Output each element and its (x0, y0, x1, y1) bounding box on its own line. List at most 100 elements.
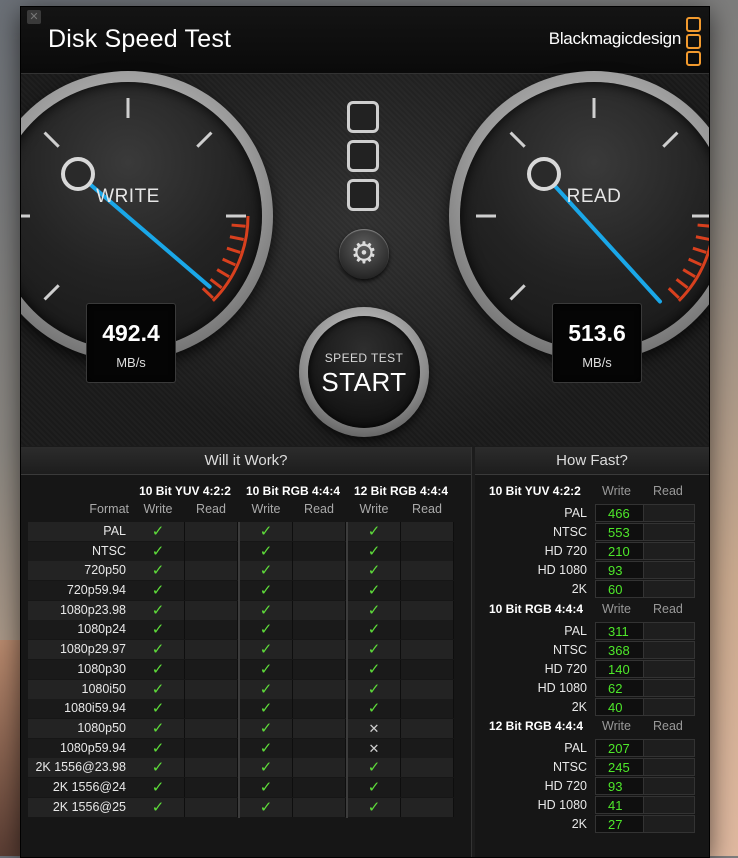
read-gauge: READ 513.6 MB/s (449, 71, 709, 383)
read-cell (185, 777, 238, 797)
read-cell (185, 679, 238, 699)
format-label: 1080p23.98 (28, 600, 132, 620)
read-speed-cell (643, 641, 695, 659)
format-label: 1080p24 (28, 620, 132, 640)
read-cell (401, 522, 454, 541)
read-column-header: Read (196, 502, 226, 516)
table-row: 2K 1556@24 ✓ ✓ ✓ (28, 777, 456, 798)
close-icon[interactable]: ✕ (27, 10, 41, 24)
format-label: 1080i50 (28, 679, 132, 699)
settings-button[interactable]: ⚙ (339, 229, 389, 279)
disk-speed-test-window: ✕ Disk Speed Test Blackmagicdesign WRITE… (20, 6, 710, 858)
checkmark-icon: ✓ (240, 758, 293, 778)
brand-name: Blackmagicdesign (548, 29, 682, 48)
read-cell (401, 659, 454, 679)
table-row: PAL 466 (475, 504, 709, 523)
redline-tick (201, 287, 214, 300)
gauge-tick (662, 131, 679, 148)
read-speed-cell (643, 679, 695, 697)
gauge-tick (509, 284, 526, 301)
read-cell (401, 758, 454, 778)
will-it-work-title: Will it Work? (21, 447, 471, 475)
checkmark-icon: ✓ (132, 718, 185, 738)
redline-tick (675, 278, 689, 290)
logo-slot-icon (347, 140, 379, 172)
fail-icon: ✕ (348, 738, 401, 758)
read-cell (185, 718, 238, 738)
read-cell (293, 522, 346, 541)
format-label: 2K (571, 700, 587, 714)
read-cell (401, 699, 454, 719)
read-cell (293, 600, 346, 620)
checkmark-icon: ✓ (348, 620, 401, 640)
start-button[interactable]: SPEED TEST START (299, 307, 429, 437)
read-column-header: Read (304, 502, 334, 516)
read-cell (185, 640, 238, 660)
table-row: HD 1080 41 (475, 796, 709, 815)
table-row: 720p59.94 ✓ ✓ ✓ (28, 581, 456, 601)
checkmark-icon: ✓ (132, 600, 185, 620)
read-speed-cell (643, 698, 695, 716)
checkmark-icon: ✓ (240, 738, 293, 758)
read-cell (293, 541, 346, 561)
table-row: HD 720 93 (475, 777, 709, 796)
fail-icon: ✕ (348, 718, 401, 738)
table-row: NTSC 368 (475, 641, 709, 660)
gauge-tick (509, 131, 526, 148)
read-cell (185, 758, 238, 778)
table-row: HD 720 210 (475, 542, 709, 561)
table-row: 1080p24 ✓ ✓ ✓ (28, 620, 456, 640)
write-speed-cell: 245 (595, 758, 643, 776)
redline-tick (692, 246, 707, 254)
read-cell (185, 738, 238, 758)
write-speed-value: 492.4 (102, 320, 160, 346)
read-cell (185, 659, 238, 679)
checkmark-icon: ✓ (348, 522, 401, 541)
read-speed-cell (643, 580, 695, 598)
table-row: 1080p29.97 ✓ ✓ ✓ (28, 640, 456, 660)
redline-tick (231, 223, 246, 228)
table-row: 1080p23.98 ✓ ✓ ✓ (28, 600, 456, 621)
write-column-header: Write (251, 502, 281, 516)
checkmark-icon: ✓ (240, 522, 293, 541)
checkmark-icon: ✓ (240, 640, 293, 660)
read-cell (185, 699, 238, 719)
redline-tick (226, 246, 241, 254)
checkmark-icon: ✓ (348, 699, 401, 719)
read-speed-cell (643, 504, 695, 522)
redline-tick (695, 235, 709, 241)
checkmark-icon: ✓ (132, 561, 185, 581)
format-label: NTSC (28, 541, 132, 561)
format-label: HD 720 (544, 779, 587, 793)
checkmark-icon: ✓ (132, 777, 185, 797)
table-row: PAL ✓ ✓ ✓ (28, 522, 456, 542)
checkmark-icon: ✓ (132, 679, 185, 699)
write-readout: 492.4 MB/s (86, 303, 176, 383)
format-label: NTSC (552, 525, 587, 539)
checkmark-icon: ✓ (132, 581, 185, 601)
format-label: 1080p59.94 (28, 738, 132, 758)
format-label: 720p50 (28, 561, 132, 581)
checkmark-icon: ✓ (132, 640, 185, 660)
title-bar[interactable]: ✕ Disk Speed Test Blackmagicdesign (21, 7, 709, 74)
checkmark-icon: ✓ (348, 659, 401, 679)
write-label: WRITE (96, 186, 160, 207)
write-speed-cell: 210 (595, 542, 643, 560)
blackmagic-logo-icon (686, 17, 701, 68)
write-column-header: Write (143, 502, 173, 516)
group-divider (346, 522, 348, 818)
needle-hub (61, 157, 95, 191)
gauge-area: WRITE 492.4 MB/s READ 513.6 MB/s ⚙ SPEED… (21, 71, 709, 446)
read-cell (185, 522, 238, 541)
read-speed-cell (643, 523, 695, 541)
table-row: NTSC ✓ ✓ ✓ (28, 541, 456, 562)
will-it-work-panel: Will it Work? 10 Bit YUV 4:2:2 10 Bit RG… (21, 447, 472, 857)
read-cell (293, 581, 346, 601)
checkmark-icon: ✓ (348, 777, 401, 797)
read-speed-cell (643, 796, 695, 814)
read-cell (401, 581, 454, 601)
read-cell (293, 699, 346, 719)
checkmark-icon: ✓ (240, 718, 293, 738)
table-row: NTSC 245 (475, 758, 709, 777)
write-speed-cell: 93 (595, 777, 643, 795)
